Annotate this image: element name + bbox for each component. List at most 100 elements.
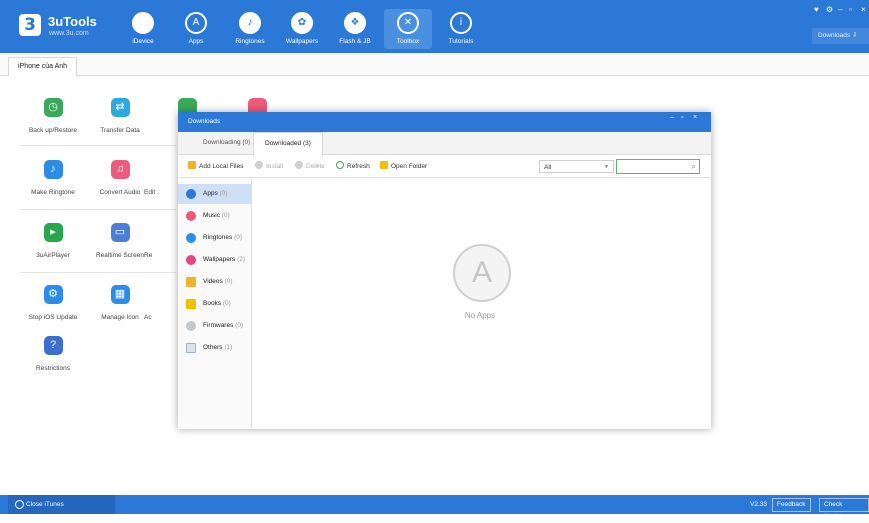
tool-stop-ios-update[interactable]: ⚙ Stop iOS Update: [22, 285, 84, 321]
divider: [20, 209, 176, 210]
category-firmwares[interactable]: Firmwares (0): [178, 316, 251, 336]
tool-edit[interactable]: Edit: [144, 189, 178, 196]
tab-idevice[interactable]: iDevice: [119, 9, 167, 49]
app-title: 3uTools: [48, 14, 97, 29]
delete-button[interactable]: Delete: [295, 161, 325, 170]
tool-label: Realtime Screen: [95, 252, 145, 259]
tab-apps[interactable]: A Apps: [172, 9, 220, 49]
dialog-maximize-button[interactable]: ▫: [681, 114, 683, 121]
dialog-title: Downloads: [178, 112, 711, 132]
video-icon: [186, 277, 196, 287]
tool-label: Transfer Data: [100, 127, 140, 134]
tools-icon: ✕: [397, 12, 419, 34]
tool-transfer-data[interactable]: ⇄ Transfer Data: [89, 98, 151, 134]
category-count: (1): [224, 344, 233, 351]
button-label: Add Local Files: [199, 163, 244, 170]
device-tab[interactable]: iPhone của Anh: [8, 57, 78, 76]
minimize-button[interactable]: –: [838, 5, 842, 14]
dialog-minimize-button[interactable]: –: [670, 114, 674, 121]
monitor-icon: ▭: [110, 223, 130, 242]
category-count: (0): [222, 300, 231, 307]
category-videos[interactable]: Videos (0): [178, 272, 251, 292]
bell-icon: ♪: [43, 160, 63, 179]
category-wallpapers[interactable]: Wallpapers (2): [178, 250, 251, 270]
category-count: (0): [219, 190, 228, 197]
category-others[interactable]: Others (1): [178, 338, 251, 358]
status-bar: Close iTunes V2.33 Feedback Check Update: [0, 495, 869, 520]
tool-ac[interactable]: Ac: [144, 314, 178, 321]
tool-realtime-screen[interactable]: ▭ Realtime Screen: [89, 223, 151, 259]
close-itunes-button[interactable]: Close iTunes: [8, 495, 115, 514]
tool-3uairplayer[interactable]: ▸ 3uAirPlayer: [22, 223, 84, 259]
close-button[interactable]: ×: [861, 5, 866, 14]
gear-icon: ⚙: [43, 285, 63, 304]
tool-restrictions[interactable]: ? Restrictions: [22, 336, 84, 372]
apple-icon: [132, 12, 154, 34]
category-label: Apps: [203, 190, 218, 197]
tool-backup-restore[interactable]: ◷ Back up/Restore: [22, 98, 84, 134]
tab-downloading[interactable]: Downloading (0): [192, 132, 261, 154]
tool-label: Restrictions: [36, 365, 70, 372]
downloads-button[interactable]: Downloads ⇩: [812, 28, 869, 44]
button-label: Close iTunes: [26, 501, 64, 508]
tool-label: Convert Audio: [99, 189, 141, 196]
tool-label: Manage Icon: [101, 314, 139, 321]
button-label: Install: [266, 163, 283, 170]
tool-label: Re: [144, 252, 153, 259]
appstore-icon: A: [185, 12, 207, 34]
refresh-button[interactable]: Refresh: [336, 161, 370, 170]
app-logo: 3: [19, 14, 41, 36]
tool-convert-audio[interactable]: ♫ Convert Audio: [89, 160, 151, 196]
downloads-dialog: Downloads – ▫ × Downloading (0) Download…: [178, 112, 711, 429]
folder-icon: [380, 161, 388, 169]
check-update-button[interactable]: Check Update: [819, 498, 869, 520]
category-count: (0): [234, 234, 243, 241]
tab-tutorials[interactable]: i Tutorials: [437, 9, 485, 49]
app-url: www.3u.com: [49, 30, 89, 37]
dialog-toolbar: Add Local Files Install Delete Refresh O…: [178, 155, 711, 178]
dialog-close-button[interactable]: ×: [693, 114, 697, 121]
tab-flash-jb[interactable]: ❖ Flash & JB: [331, 9, 379, 49]
tab-label: Wallpapers: [285, 38, 319, 45]
file-icon: [186, 343, 196, 353]
transfer-icon: ⇄: [110, 98, 130, 117]
search-icon[interactable]: ⌕: [692, 160, 696, 173]
tab-label: Tutorials: [448, 38, 474, 45]
tool-label: Stop iOS Update: [28, 314, 78, 321]
tab-ringtones[interactable]: ♪ Ringtones: [226, 9, 274, 49]
tool-manage-icon[interactable]: ▦ Manage Icon: [89, 285, 151, 321]
empty-state-text: No Apps: [464, 311, 496, 320]
delete-icon: [295, 161, 303, 169]
info-icon: i: [450, 12, 472, 34]
category-ringtones[interactable]: Ringtones (0): [178, 228, 251, 248]
title-bar: 3 3uTools www.3u.com iDevice A Apps ♪ Ri…: [0, 0, 869, 53]
tab-toolbox[interactable]: ✕ Toolbox: [384, 9, 432, 49]
feedback-button[interactable]: Feedback: [772, 498, 811, 512]
add-local-files-button[interactable]: Add Local Files: [188, 161, 243, 170]
search-input[interactable]: ⌕: [616, 159, 700, 174]
category-apps[interactable]: Apps (0): [178, 184, 251, 204]
install-button[interactable]: Install: [255, 161, 283, 170]
filter-select[interactable]: All ▼: [539, 160, 614, 173]
open-folder-button[interactable]: Open Folder: [380, 161, 427, 170]
clock-icon: ◷: [43, 98, 63, 117]
tab-downloaded[interactable]: Downloaded (3): [253, 132, 323, 156]
settings-icon[interactable]: ⚙: [826, 5, 833, 14]
tab-wallpapers[interactable]: ✿ Wallpapers: [278, 9, 326, 49]
category-books[interactable]: Books (0): [178, 294, 251, 314]
chevron-down-icon: ▼: [604, 164, 609, 170]
tool-label: Ac: [144, 314, 152, 321]
tool-label: Back up/Restore: [28, 127, 78, 134]
maximize-button[interactable]: ▫: [849, 5, 852, 14]
tab-label: Ringtones: [235, 38, 265, 45]
category-music[interactable]: Music (0): [178, 206, 251, 226]
tool-re[interactable]: Re: [144, 252, 178, 259]
skin-icon[interactable]: ♥: [814, 5, 819, 14]
button-label: Open Folder: [391, 163, 428, 170]
appstore-icon: [186, 189, 196, 199]
music-icon: ♫: [110, 160, 130, 179]
dropbox-icon: ❖: [344, 12, 366, 34]
tool-make-ringtone[interactable]: ♪ Make Ringtone: [22, 160, 84, 196]
tab-label: Apps: [188, 38, 204, 45]
category-label: Books: [203, 300, 222, 307]
